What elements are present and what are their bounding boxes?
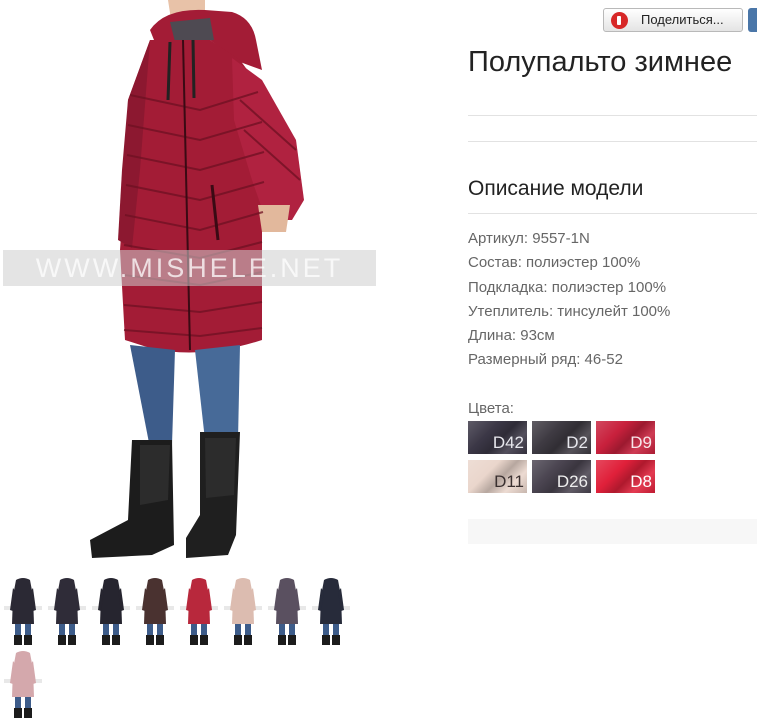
color-swatch-code: D26 bbox=[556, 472, 588, 491]
thumbnail-5[interactable] bbox=[180, 576, 218, 646]
divider bbox=[468, 115, 757, 116]
share-icon bbox=[611, 12, 628, 29]
product-photo[interactable]: WWW.MISHELE.NET bbox=[0, 0, 380, 566]
color-swatch-code: D9 bbox=[630, 433, 652, 452]
share-label: Поделиться... bbox=[641, 12, 724, 27]
divider bbox=[468, 141, 757, 142]
color-swatch-code: D42 bbox=[492, 433, 524, 452]
thumbnail-8[interactable] bbox=[312, 576, 350, 646]
thumbnail-coat-icon bbox=[4, 651, 42, 718]
thumbnail-coat-icon bbox=[312, 578, 350, 645]
color-swatch-code: D2 bbox=[566, 433, 588, 452]
thumbnail-2[interactable] bbox=[48, 576, 86, 646]
color-swatch-d2[interactable]: D2 bbox=[532, 421, 591, 454]
spec-insulation: Утеплитель: тинсулейт 100% bbox=[468, 302, 671, 320]
thumbnail-coat-icon bbox=[268, 578, 306, 645]
footer-bar bbox=[468, 519, 757, 544]
thumbnail-4[interactable] bbox=[136, 576, 174, 646]
watermark: WWW.MISHELE.NET bbox=[3, 250, 376, 286]
color-swatch-d9[interactable]: D9 bbox=[596, 421, 655, 454]
thumbnail-coat-icon bbox=[136, 578, 174, 645]
thumbnail-coat-icon bbox=[224, 578, 262, 645]
thumbnail-6[interactable] bbox=[224, 576, 262, 646]
share-button[interactable]: Поделиться... bbox=[603, 8, 743, 32]
color-swatch-d11[interactable]: D11 bbox=[468, 460, 527, 493]
spec-size-range: Размерный ряд: 46-52 bbox=[468, 351, 623, 369]
thumbnail-3[interactable] bbox=[92, 576, 130, 646]
thumbnail-1[interactable] bbox=[4, 576, 42, 646]
thumbnail-7[interactable] bbox=[268, 576, 306, 646]
spec-lining: Подкладка: полиэстер 100% bbox=[468, 278, 667, 296]
thumbnail-coat-icon bbox=[92, 578, 130, 645]
colors-label: Цвета: bbox=[468, 400, 514, 417]
thumbnail-coat-icon bbox=[48, 578, 86, 645]
divider bbox=[468, 213, 757, 214]
thumbnail-coat-icon bbox=[180, 578, 218, 645]
thumbnail-9[interactable] bbox=[4, 649, 42, 719]
description-heading: Описание модели bbox=[468, 177, 644, 200]
spec-article: Артикул: 9557-1N bbox=[468, 230, 590, 247]
product-title: Полупальто зимнее bbox=[468, 46, 733, 78]
color-swatch-d8[interactable]: D8 bbox=[596, 460, 655, 493]
color-swatch-d26[interactable]: D26 bbox=[532, 460, 591, 493]
color-swatch-code: D11 bbox=[494, 472, 524, 491]
spec-list: Артикул: 9557-1N Состав: полиэстер 100% … bbox=[468, 228, 670, 374]
social-share-icon[interactable] bbox=[748, 8, 757, 32]
thumbnail-coat-icon bbox=[4, 578, 42, 645]
spec-composition: Состав: полиэстер 100% bbox=[468, 254, 641, 272]
color-swatch-code: D8 bbox=[630, 472, 652, 491]
color-swatch-d42[interactable]: D42 bbox=[468, 421, 527, 454]
spec-length: Длина: 93см bbox=[468, 327, 555, 345]
